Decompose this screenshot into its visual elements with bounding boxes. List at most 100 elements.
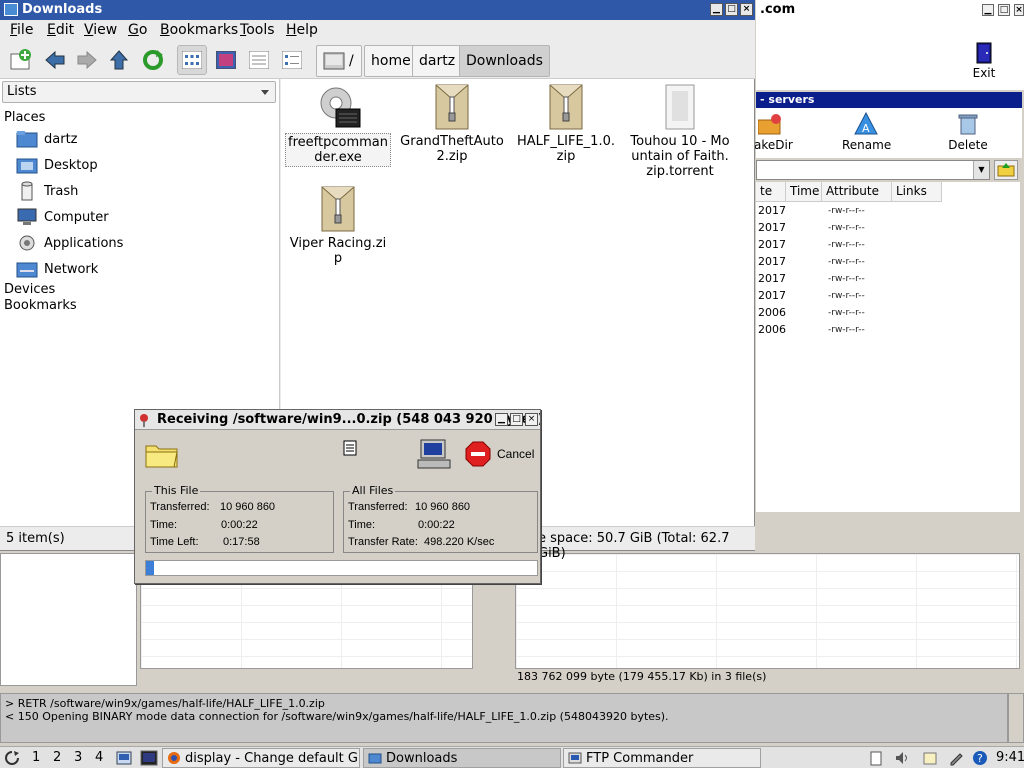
breadcrumb-root-label: / [349,53,354,69]
column-date[interactable]: te [756,182,786,202]
column-links[interactable]: Links [892,182,942,202]
taskbar-task-button[interactable]: Downloads [363,748,561,768]
file-item[interactable]: GrandTheftAuto2.zip [399,83,505,165]
delete-button[interactable]: Delete [946,112,990,152]
thumbnail-view-button[interactable] [211,45,241,75]
show-desktop-button[interactable] [116,749,132,767]
breadcrumb-user[interactable]: dartz [412,45,463,77]
sidebar-item-dartz[interactable]: dartz [16,127,266,151]
dialog-minimize-button[interactable]: ▁ [495,413,508,426]
forward-button[interactable] [72,45,102,75]
pen-icon[interactable] [948,750,964,766]
close-button[interactable]: × [740,3,753,16]
makedir-label: akeDir [754,138,793,152]
ftp-row-attribute[interactable]: -rw-r--r-- [828,206,865,223]
ftp-maximize-button[interactable]: □ [998,4,1010,16]
remote-path-combo[interactable]: ▼ [756,160,990,180]
maximize-button[interactable]: □ [725,3,738,16]
ftp-remote-lower-panel[interactable] [515,553,1020,669]
terminal-launcher[interactable] [140,749,158,767]
sidebar-item-trash[interactable]: Trash [16,179,266,203]
bookmarks-header[interactable]: Bookmarks [4,298,77,313]
ftp-remote-file-list[interactable]: te Time Attribute Links 2017 -rw-r--r-- 20… [756,182,1020,512]
ftp-row-date[interactable]: 2017 [758,221,786,238]
taskbar-task-button[interactable]: FTP Commander [563,748,761,768]
minimize-button[interactable]: ▁ [710,3,723,16]
volume-icon[interactable] [894,750,910,766]
ftp-row-attribute[interactable]: -rw-r--r-- [828,240,865,257]
dialog-close-button[interactable]: × [525,413,538,426]
ftp-row-date[interactable]: 2017 [758,204,786,221]
sidebar-item-desktop[interactable]: Desktop [16,153,266,177]
file-item[interactable]: Touhou 10 - Mountain of Faith.zip.torren… [627,83,733,180]
ftp-local-tree-panel[interactable] [0,553,137,686]
menu-go[interactable]: Go [128,22,147,38]
cancel-button[interactable]: Cancel [465,441,534,467]
menu-tools[interactable]: Tools [240,22,275,38]
menu-launcher-button[interactable] [4,749,20,767]
compact-view-button[interactable] [244,45,274,75]
back-button[interactable] [40,45,70,75]
desktop-4-button[interactable]: 4 [95,750,103,765]
log-scrollbar[interactable] [1008,693,1024,743]
rename-button[interactable]: A Rename [842,112,891,152]
icon-view-button[interactable] [177,45,207,75]
makedir-button[interactable]: akeDir [754,112,793,152]
sidebar-mode-select[interactable]: Lists [2,81,276,103]
sidebar-item-applications[interactable]: Applications [16,231,266,255]
menu-edit[interactable]: Edit [47,22,74,38]
help-icon[interactable]: ? [972,750,988,766]
ftp-minimize-button[interactable]: ▁ [982,4,994,16]
sidebar-item-label: dartz [44,131,78,147]
menu-file[interactable]: File [10,22,33,38]
column-attribute[interactable]: Attribute [822,182,892,202]
menu-help[interactable]: Help [286,22,318,38]
folder-up-icon[interactable] [994,160,1018,180]
ftp-row-attribute[interactable]: -rw-r--r-- [828,223,865,240]
sidebar-item-computer[interactable]: Computer [16,205,266,229]
desktop-2-button[interactable]: 2 [53,750,61,765]
dialog-maximize-button[interactable]: □ [510,413,523,426]
chevron-down-icon[interactable]: ▼ [973,161,989,179]
ftp-row-attribute[interactable]: -rw-r--r-- [828,257,865,274]
ftp-row-date[interactable]: 2017 [758,238,786,255]
ftp-row-attribute[interactable]: -rw-r--r-- [828,308,865,325]
ftp-row-attribute[interactable]: -rw-r--r-- [828,325,865,342]
column-time[interactable]: Time [786,182,822,202]
document-icon [343,440,357,456]
taskbar-task-button[interactable]: display - Change default GP... [162,748,360,768]
devices-header[interactable]: Devices [4,282,55,297]
up-button[interactable] [104,45,134,75]
ftp-row-date[interactable]: 2017 [758,255,786,272]
ftp-row-attribute[interactable]: -rw-r--r-- [828,291,865,308]
clipboard-icon[interactable] [868,750,884,766]
desktop-1-button[interactable]: 1 [32,750,40,765]
all-time-value: 0:00:22 [418,519,455,531]
ftp-close-button[interactable]: × [1014,4,1024,16]
breadcrumb-root[interactable]: / [316,45,362,77]
ftp-row-date[interactable]: 2006 [758,323,786,340]
breadcrumb-home[interactable]: home [364,45,418,77]
file-item[interactable]: Viper Racing.zip [285,185,391,267]
ftp-row-attribute[interactable]: -rw-r--r-- [828,274,865,291]
ftp-row-date[interactable]: 2017 [758,272,786,289]
ftp-row-date[interactable]: 2017 [758,289,786,306]
notes-icon[interactable] [922,750,938,766]
exit-label: Exit [972,66,996,80]
fm-title-bar[interactable]: Downloads ▁ □ × [0,0,755,20]
file-item[interactable]: HALF_LIFE_1.0.zip [513,83,619,165]
desktop-3-button[interactable]: 3 [74,750,82,765]
file-item[interactable]: freeftpcommander.exe [285,83,391,167]
exit-button[interactable]: Exit [966,42,1002,80]
detailed-view-button[interactable] [277,45,307,75]
breadcrumb-current[interactable]: Downloads [459,45,550,77]
menu-view[interactable]: View [84,22,117,38]
chevron-down-icon [261,90,269,95]
file-name: GrandTheftAuto2.zip [400,134,504,164]
new-tab-button[interactable] [6,45,36,75]
ftp-row-date[interactable]: 2006 [758,306,786,323]
menu-bookmarks[interactable]: Bookmarks [160,22,238,38]
dialog-title-bar[interactable]: Receiving /software/win9...0.zip (548 04… [135,410,540,430]
sidebar-item-network[interactable]: Network [16,257,266,281]
reload-button[interactable] [138,45,168,75]
